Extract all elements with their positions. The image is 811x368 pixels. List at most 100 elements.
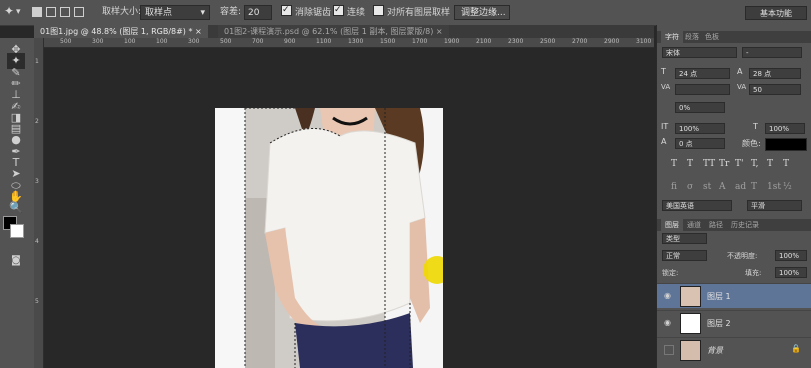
layer-filter-dropdown[interactable]: 类型 [662, 233, 707, 244]
text-style-button[interactable]: T [671, 159, 677, 169]
document-image[interactable] [215, 108, 443, 368]
language-dropdown[interactable]: 美国英语 [662, 200, 732, 211]
intersect-selection-icon[interactable] [74, 7, 84, 17]
tab-document-2[interactable]: 01图2-课程演示.psd @ 62.1% (图层 1 副本, 图层蒙版/8) … [218, 25, 449, 38]
scale-field[interactable]: 0% [675, 102, 725, 113]
horizontal-ruler: 500 300 100 100 300 500 700 900 1100 1300 1500 1700… [34, 38, 654, 48]
horizontal-scale-field[interactable]: 100% [765, 123, 805, 134]
ruler-tick-label: 700 [252, 38, 264, 45]
ruler-tick-label: 1 [35, 58, 39, 65]
tab-paths[interactable]: 路径 [705, 219, 727, 231]
kerning-field[interactable] [675, 84, 730, 95]
add-selection-icon[interactable] [46, 7, 56, 17]
ruler-tick-label: 2700 [572, 38, 588, 45]
tab-character[interactable]: 字符 [661, 31, 683, 43]
layer-row-1[interactable]: ◉ 图层 1 [657, 283, 811, 308]
workspace-switcher[interactable]: 基本功能 [745, 6, 807, 20]
ruler-tick-label: 5 [35, 298, 39, 305]
subtract-selection-icon[interactable] [60, 7, 70, 17]
tab-layers[interactable]: 图层 [661, 219, 683, 231]
background-color-swatch[interactable] [10, 224, 24, 238]
layer-name: 图层 1 [707, 292, 731, 301]
ruler-tick-label: 300 [188, 38, 200, 45]
opentype-button[interactable]: ½ [783, 182, 792, 192]
layer-name: 背景 [707, 346, 723, 355]
ruler-tick-label: 100 [156, 38, 168, 45]
baseline-field[interactable]: 0 点 [675, 138, 725, 149]
magic-wand-icon[interactable]: ✦ [4, 4, 14, 19]
tab-paragraph[interactable]: 段落 [681, 31, 703, 43]
horizontal-scale-icon: T [753, 122, 758, 131]
opentype-button[interactable]: fi [671, 182, 677, 192]
vertical-ruler: 1 2 3 4 5 [34, 38, 44, 368]
chevron-down-icon[interactable]: ▾ [16, 5, 21, 20]
ruler-tick-label: 300 [92, 38, 104, 45]
color-label: 颜色: [742, 139, 761, 148]
ruler-tick-label: 900 [284, 38, 296, 45]
font-style-dropdown[interactable]: - [742, 47, 802, 58]
new-selection-icon[interactable] [32, 7, 42, 17]
text-style-button[interactable]: TT [703, 159, 715, 169]
opentype-button[interactable]: 1st [767, 182, 781, 192]
ruler-tick-label: 3100 [636, 38, 652, 45]
opentype-button[interactable]: A [719, 182, 726, 192]
tab-channels[interactable]: 通道 [683, 219, 705, 231]
ruler-tick-label: 100 [124, 38, 136, 45]
visibility-eye-icon[interactable]: ◉ [664, 291, 674, 301]
text-style-button[interactable]: T' [735, 159, 743, 169]
layer-row-background[interactable]: 背景 🔒 [657, 337, 811, 362]
tab-swatches[interactable]: 色板 [701, 31, 723, 43]
text-style-button[interactable]: Tr [719, 159, 729, 169]
font-size-icon: T [661, 67, 666, 76]
layer-thumbnail [680, 340, 701, 361]
font-family-dropdown[interactable]: 宋体 [662, 47, 737, 58]
ruler-tick-label: 1700 [412, 38, 428, 45]
opacity-field[interactable]: 100% [775, 250, 807, 261]
quick-mask-icon[interactable]: ◙ [7, 253, 25, 269]
baseline-icon: A [661, 137, 667, 146]
checkbox-icon [333, 3, 344, 18]
visibility-box-icon[interactable] [664, 345, 674, 355]
antialias-dropdown[interactable]: 平滑 [747, 200, 802, 211]
ruler-tick-label: 1100 [316, 38, 332, 45]
tab-document-1[interactable]: 01图1.jpg @ 48.8% (图层 1, RGB/8#) * × [34, 25, 208, 38]
close-icon[interactable]: × [195, 27, 202, 36]
opentype-button[interactable]: ad [735, 182, 746, 192]
ruler-tick-label: 1300 [348, 38, 364, 45]
text-style-button[interactable]: T [783, 159, 789, 169]
text-style-button[interactable]: T, [751, 159, 759, 169]
sample-size-label: 取样大小: [102, 7, 142, 17]
opentype-button[interactable]: st [703, 182, 711, 192]
layer-name: 图层 2 [707, 319, 731, 328]
lock-icon: 🔒 [791, 344, 801, 353]
antialias-checkbox[interactable]: 消除锯齿 [281, 3, 331, 20]
fill-field[interactable]: 100% [775, 267, 807, 278]
tolerance-input[interactable]: 20 [244, 5, 272, 20]
all-layers-checkbox[interactable]: 对所有图层取样 [373, 5, 450, 20]
tracking-field[interactable]: 50 [749, 84, 801, 95]
opentype-button[interactable]: T [751, 182, 757, 192]
lock-label: 锁定: [662, 269, 679, 277]
close-icon[interactable]: × [436, 27, 443, 36]
leading-field[interactable]: 28 点 [749, 68, 801, 79]
font-size-field[interactable]: 24 点 [675, 68, 730, 79]
tracking-icon: VA [737, 83, 747, 91]
ruler-tick-label: 2 [35, 118, 39, 125]
opentype-button[interactable]: σ [687, 182, 693, 192]
checkbox-icon [373, 5, 384, 16]
sample-size-dropdown[interactable]: 取样点 ▾ [140, 5, 210, 20]
text-color-swatch[interactable] [765, 138, 807, 151]
vertical-scale-icon: IT [661, 122, 669, 131]
text-style-button[interactable]: T [687, 159, 693, 169]
layer-row-2[interactable]: ◉ 图层 2 [657, 310, 811, 335]
visibility-eye-icon[interactable]: ◉ [664, 318, 674, 328]
zoom-icon[interactable]: 🔍 [7, 200, 25, 216]
blend-mode-dropdown[interactable]: 正常 [662, 250, 707, 261]
tab-history[interactable]: 历史记录 [727, 219, 763, 231]
refine-edge-button[interactable]: 调整边缘... [454, 5, 510, 20]
contiguous-checkbox[interactable]: 连续 [333, 3, 365, 20]
ruler-tick-label: 2300 [508, 38, 524, 45]
text-style-button[interactable]: T [767, 159, 773, 169]
vertical-scale-field[interactable]: 100% [675, 123, 725, 134]
ruler-tick-label: 2100 [476, 38, 492, 45]
